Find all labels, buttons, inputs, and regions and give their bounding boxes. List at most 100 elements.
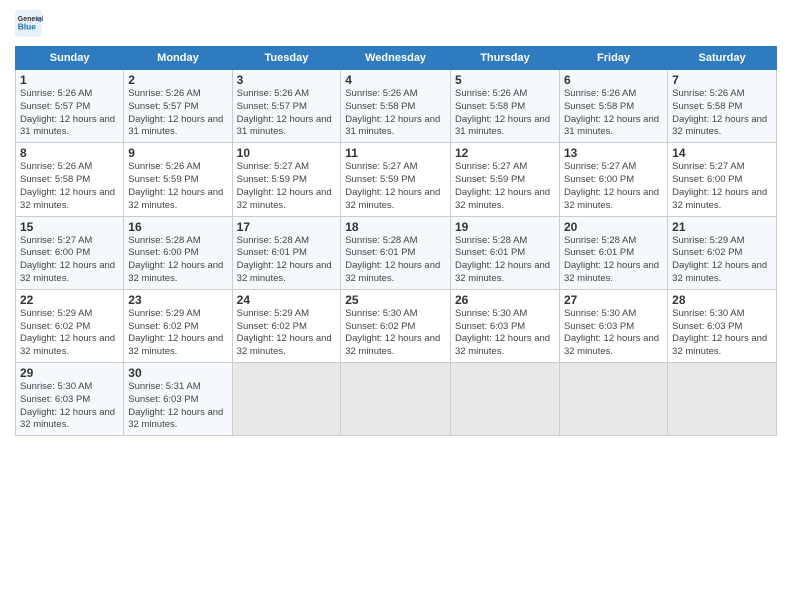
- calendar-cell: 28 Sunrise: 5:30 AM Sunset: 6:03 PM Dayl…: [668, 289, 777, 362]
- day-number: 18: [345, 220, 446, 234]
- day-number: 22: [20, 293, 119, 307]
- day-info: Sunrise: 5:28 AM Sunset: 6:00 PM Dayligh…: [128, 235, 227, 286]
- calendar-cell: 9 Sunrise: 5:26 AM Sunset: 5:59 PM Dayli…: [124, 143, 232, 216]
- day-number: 17: [237, 220, 337, 234]
- logo-icon: General Blue: [15, 10, 43, 38]
- calendar-cell: [232, 363, 341, 436]
- day-info: Sunrise: 5:26 AM Sunset: 5:57 PM Dayligh…: [237, 88, 337, 139]
- day-number: 12: [455, 146, 555, 160]
- calendar-header-row: SundayMondayTuesdayWednesdayThursdayFrid…: [16, 47, 777, 70]
- day-info: Sunrise: 5:27 AM Sunset: 6:00 PM Dayligh…: [564, 161, 663, 212]
- day-info: Sunrise: 5:31 AM Sunset: 6:03 PM Dayligh…: [128, 381, 227, 432]
- day-info: Sunrise: 5:29 AM Sunset: 6:02 PM Dayligh…: [128, 308, 227, 359]
- day-info: Sunrise: 5:26 AM Sunset: 5:58 PM Dayligh…: [455, 88, 555, 139]
- day-number: 7: [672, 73, 772, 87]
- weekday-header-wednesday: Wednesday: [341, 47, 451, 70]
- weekday-header-sunday: Sunday: [16, 47, 124, 70]
- day-info: Sunrise: 5:29 AM Sunset: 6:02 PM Dayligh…: [20, 308, 119, 359]
- calendar-cell: 20 Sunrise: 5:28 AM Sunset: 6:01 PM Dayl…: [559, 216, 667, 289]
- day-number: 2: [128, 73, 227, 87]
- weekday-header-monday: Monday: [124, 47, 232, 70]
- calendar-cell: 23 Sunrise: 5:29 AM Sunset: 6:02 PM Dayl…: [124, 289, 232, 362]
- weekday-header-saturday: Saturday: [668, 47, 777, 70]
- day-number: 23: [128, 293, 227, 307]
- day-number: 21: [672, 220, 772, 234]
- calendar-cell: [450, 363, 559, 436]
- day-number: 6: [564, 73, 663, 87]
- calendar-cell: 7 Sunrise: 5:26 AM Sunset: 5:58 PM Dayli…: [668, 70, 777, 143]
- day-info: Sunrise: 5:29 AM Sunset: 6:02 PM Dayligh…: [672, 235, 772, 286]
- calendar-cell: 3 Sunrise: 5:26 AM Sunset: 5:57 PM Dayli…: [232, 70, 341, 143]
- day-info: Sunrise: 5:26 AM Sunset: 5:58 PM Dayligh…: [672, 88, 772, 139]
- calendar-cell: 6 Sunrise: 5:26 AM Sunset: 5:58 PM Dayli…: [559, 70, 667, 143]
- day-number: 26: [455, 293, 555, 307]
- day-info: Sunrise: 5:28 AM Sunset: 6:01 PM Dayligh…: [564, 235, 663, 286]
- day-number: 8: [20, 146, 119, 160]
- day-info: Sunrise: 5:26 AM Sunset: 5:58 PM Dayligh…: [345, 88, 446, 139]
- day-number: 25: [345, 293, 446, 307]
- calendar-week-2: 8 Sunrise: 5:26 AM Sunset: 5:58 PM Dayli…: [16, 143, 777, 216]
- calendar-cell: 25 Sunrise: 5:30 AM Sunset: 6:02 PM Dayl…: [341, 289, 451, 362]
- day-info: Sunrise: 5:26 AM Sunset: 5:57 PM Dayligh…: [20, 88, 119, 139]
- day-number: 5: [455, 73, 555, 87]
- calendar-cell: 30 Sunrise: 5:31 AM Sunset: 6:03 PM Dayl…: [124, 363, 232, 436]
- calendar-cell: 22 Sunrise: 5:29 AM Sunset: 6:02 PM Dayl…: [16, 289, 124, 362]
- day-number: 14: [672, 146, 772, 160]
- calendar-week-4: 22 Sunrise: 5:29 AM Sunset: 6:02 PM Dayl…: [16, 289, 777, 362]
- calendar-cell: 27 Sunrise: 5:30 AM Sunset: 6:03 PM Dayl…: [559, 289, 667, 362]
- day-info: Sunrise: 5:27 AM Sunset: 5:59 PM Dayligh…: [345, 161, 446, 212]
- calendar-cell: 15 Sunrise: 5:27 AM Sunset: 6:00 PM Dayl…: [16, 216, 124, 289]
- calendar-cell: [668, 363, 777, 436]
- day-info: Sunrise: 5:30 AM Sunset: 6:03 PM Dayligh…: [672, 308, 772, 359]
- calendar-cell: 5 Sunrise: 5:26 AM Sunset: 5:58 PM Dayli…: [450, 70, 559, 143]
- calendar-cell: 26 Sunrise: 5:30 AM Sunset: 6:03 PM Dayl…: [450, 289, 559, 362]
- weekday-header-tuesday: Tuesday: [232, 47, 341, 70]
- calendar-cell: 29 Sunrise: 5:30 AM Sunset: 6:03 PM Dayl…: [16, 363, 124, 436]
- calendar-week-5: 29 Sunrise: 5:30 AM Sunset: 6:03 PM Dayl…: [16, 363, 777, 436]
- calendar-week-3: 15 Sunrise: 5:27 AM Sunset: 6:00 PM Dayl…: [16, 216, 777, 289]
- day-number: 28: [672, 293, 772, 307]
- calendar-week-1: 1 Sunrise: 5:26 AM Sunset: 5:57 PM Dayli…: [16, 70, 777, 143]
- day-number: 3: [237, 73, 337, 87]
- day-info: Sunrise: 5:28 AM Sunset: 6:01 PM Dayligh…: [345, 235, 446, 286]
- calendar-cell: 12 Sunrise: 5:27 AM Sunset: 5:59 PM Dayl…: [450, 143, 559, 216]
- page-header: General Blue: [15, 10, 777, 38]
- day-info: Sunrise: 5:30 AM Sunset: 6:03 PM Dayligh…: [564, 308, 663, 359]
- calendar-cell: 14 Sunrise: 5:27 AM Sunset: 6:00 PM Dayl…: [668, 143, 777, 216]
- day-info: Sunrise: 5:26 AM Sunset: 5:59 PM Dayligh…: [128, 161, 227, 212]
- day-number: 29: [20, 366, 119, 380]
- day-info: Sunrise: 5:26 AM Sunset: 5:58 PM Dayligh…: [564, 88, 663, 139]
- day-info: Sunrise: 5:30 AM Sunset: 6:03 PM Dayligh…: [455, 308, 555, 359]
- calendar-cell: [559, 363, 667, 436]
- day-number: 4: [345, 73, 446, 87]
- day-info: Sunrise: 5:29 AM Sunset: 6:02 PM Dayligh…: [237, 308, 337, 359]
- day-number: 9: [128, 146, 227, 160]
- day-info: Sunrise: 5:30 AM Sunset: 6:02 PM Dayligh…: [345, 308, 446, 359]
- day-info: Sunrise: 5:27 AM Sunset: 6:00 PM Dayligh…: [672, 161, 772, 212]
- day-info: Sunrise: 5:30 AM Sunset: 6:03 PM Dayligh…: [20, 381, 119, 432]
- calendar-cell: 10 Sunrise: 5:27 AM Sunset: 5:59 PM Dayl…: [232, 143, 341, 216]
- day-number: 13: [564, 146, 663, 160]
- day-info: Sunrise: 5:27 AM Sunset: 5:59 PM Dayligh…: [237, 161, 337, 212]
- day-info: Sunrise: 5:27 AM Sunset: 6:00 PM Dayligh…: [20, 235, 119, 286]
- calendar-cell: 21 Sunrise: 5:29 AM Sunset: 6:02 PM Dayl…: [668, 216, 777, 289]
- calendar-cell: 2 Sunrise: 5:26 AM Sunset: 5:57 PM Dayli…: [124, 70, 232, 143]
- day-info: Sunrise: 5:26 AM Sunset: 5:57 PM Dayligh…: [128, 88, 227, 139]
- day-number: 10: [237, 146, 337, 160]
- calendar-cell: 11 Sunrise: 5:27 AM Sunset: 5:59 PM Dayl…: [341, 143, 451, 216]
- weekday-header-friday: Friday: [559, 47, 667, 70]
- day-info: Sunrise: 5:28 AM Sunset: 6:01 PM Dayligh…: [455, 235, 555, 286]
- day-number: 1: [20, 73, 119, 87]
- calendar-cell: 19 Sunrise: 5:28 AM Sunset: 6:01 PM Dayl…: [450, 216, 559, 289]
- calendar-cell: 17 Sunrise: 5:28 AM Sunset: 6:01 PM Dayl…: [232, 216, 341, 289]
- calendar-cell: 16 Sunrise: 5:28 AM Sunset: 6:00 PM Dayl…: [124, 216, 232, 289]
- calendar-cell: [341, 363, 451, 436]
- calendar-cell: 18 Sunrise: 5:28 AM Sunset: 6:01 PM Dayl…: [341, 216, 451, 289]
- day-info: Sunrise: 5:27 AM Sunset: 5:59 PM Dayligh…: [455, 161, 555, 212]
- svg-text:Blue: Blue: [18, 22, 36, 32]
- calendar-table: SundayMondayTuesdayWednesdayThursdayFrid…: [15, 46, 777, 436]
- calendar-cell: 8 Sunrise: 5:26 AM Sunset: 5:58 PM Dayli…: [16, 143, 124, 216]
- day-number: 15: [20, 220, 119, 234]
- calendar-cell: 1 Sunrise: 5:26 AM Sunset: 5:57 PM Dayli…: [16, 70, 124, 143]
- calendar-cell: 24 Sunrise: 5:29 AM Sunset: 6:02 PM Dayl…: [232, 289, 341, 362]
